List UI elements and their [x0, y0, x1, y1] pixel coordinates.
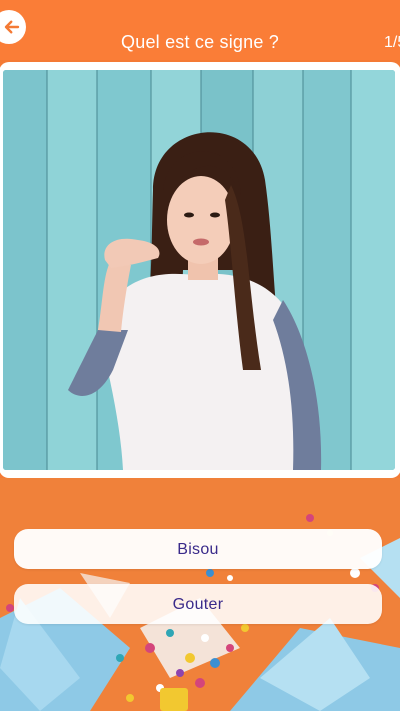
answer-button-2[interactable]: Gouter	[14, 584, 382, 624]
page-title: Quel est ce signe ?	[121, 32, 279, 52]
question-progress: 1/5	[384, 34, 400, 51]
sign-photo-card	[0, 62, 400, 478]
sign-photo	[3, 70, 395, 470]
answer-button-1[interactable]: Bisou	[14, 529, 382, 569]
header-bar: Quel est ce signe ? 1/5	[0, 0, 400, 60]
